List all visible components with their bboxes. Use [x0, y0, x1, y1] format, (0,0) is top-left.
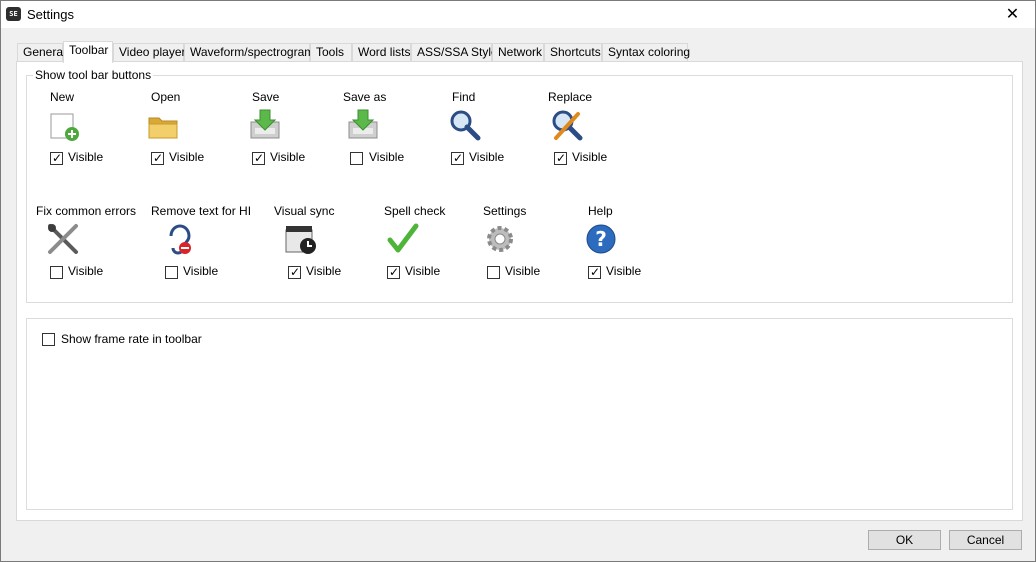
tab-tools[interactable]: Tools — [310, 43, 352, 62]
tool-label: Help — [588, 204, 613, 218]
tool-visible-label: Visible — [405, 264, 441, 278]
tool-visible-label: Visible — [469, 150, 505, 164]
tool-visual-sync: Visual sync ✓ Visible — [274, 204, 394, 284]
tool-visible-label: Visible — [306, 264, 342, 278]
tool-label: Find — [452, 90, 476, 104]
tool-label: New — [50, 90, 75, 104]
tool-visible-label: Visible — [572, 150, 608, 164]
tool-label: Spell check — [384, 204, 446, 218]
tool-visible-checkbox[interactable] — [165, 266, 178, 279]
tool-label: Remove text for HI — [151, 204, 252, 218]
tool-help: Help ? ✓ Visible — [586, 204, 708, 284]
tool-visible-checkbox[interactable] — [50, 266, 63, 279]
replace-icon — [552, 110, 583, 141]
tool-label: Replace — [548, 90, 593, 104]
frame-rate-checkbox[interactable] — [42, 333, 55, 346]
tool-visible-checkbox[interactable]: ✓ — [387, 265, 400, 279]
cancel-button[interactable]: Cancel — [949, 530, 1022, 550]
tool-visible-checkbox[interactable]: ✓ — [252, 151, 265, 165]
tab-network[interactable]: Network — [492, 43, 544, 62]
tool-visible-label: Visible — [183, 264, 219, 278]
tab-toolbar[interactable]: Toolbar — [63, 41, 113, 63]
new-file-icon — [50, 113, 79, 141]
check-mark: ✓ — [389, 265, 400, 279]
tool-label: Save — [252, 90, 280, 104]
save-as-icon — [348, 109, 378, 139]
tool-label: Open — [151, 90, 181, 104]
frame-rate-label: Show frame rate in toolbar — [61, 332, 202, 346]
tool-visible-label: Visible — [68, 150, 104, 164]
gear-icon — [487, 226, 513, 252]
tab-ass-ssa-style[interactable]: ASS/SSA Style — [411, 43, 498, 62]
svg-text:?: ? — [595, 227, 607, 251]
tool-label: Visual sync — [274, 204, 335, 218]
tool-visible-label: Visible — [369, 150, 405, 164]
tool-visible-checkbox[interactable]: ✓ — [554, 151, 567, 165]
tab-video-player[interactable]: Video player — [113, 43, 186, 62]
frame-rate-group: Show frame rate in toolbar — [26, 318, 1013, 510]
settings-window: SE Settings ✕ General Toolbar Video play… — [0, 0, 1036, 562]
tool-remove-text-for-hi: Remove text for HI Visible — [151, 204, 271, 284]
tool-visible-label: Visible — [606, 264, 642, 278]
tool-replace: Replace ✓ Visible — [536, 90, 656, 170]
tool-visible-label: Visible — [270, 150, 306, 164]
tool-visible-checkbox[interactable] — [487, 266, 500, 279]
tab-word-lists[interactable]: Word lists — [352, 43, 411, 62]
group-title: Show tool bar buttons — [33, 68, 154, 82]
visual-sync-icon — [285, 226, 316, 254]
tool-label: Fix common errors — [36, 204, 137, 218]
tool-visible-checkbox[interactable]: ✓ — [451, 151, 464, 165]
check-mark: ✓ — [290, 265, 301, 279]
app-icon: SE — [6, 7, 21, 21]
check-mark: ✓ — [556, 151, 567, 165]
folder-icon — [148, 117, 178, 139]
magnifier-icon — [450, 110, 481, 141]
tool-visible-checkbox[interactable]: ✓ — [588, 265, 601, 279]
tab-waveform-spectrogram[interactable]: Waveform/spectrogram — [184, 43, 314, 62]
tab-syntax-coloring[interactable]: Syntax coloring — [602, 43, 690, 62]
tool-visible-checkbox[interactable]: ✓ — [151, 151, 164, 165]
window-title: Settings — [27, 7, 74, 22]
tools-icon — [48, 224, 78, 254]
tool-label: Save as — [343, 90, 387, 104]
tool-fix-common-errors: Fix common errors Visible — [36, 204, 146, 284]
check-mark: ✓ — [590, 265, 601, 279]
ok-button[interactable]: OK — [868, 530, 941, 550]
tool-visible-checkbox[interactable]: ✓ — [288, 265, 301, 279]
tab-shortcuts[interactable]: Shortcuts — [544, 43, 602, 62]
check-mark: ✓ — [254, 151, 265, 165]
check-mark: ✓ — [453, 151, 464, 165]
checkmark-icon — [387, 223, 419, 253]
help-icon: ? — [586, 224, 616, 254]
tool-visible-label: Visible — [505, 264, 541, 278]
tool-visible-label: Visible — [169, 150, 205, 164]
check-mark: ✓ — [153, 151, 164, 165]
close-icon[interactable]: ✕ — [990, 1, 1035, 28]
hearing-icon — [169, 224, 191, 255]
tool-label: Settings — [483, 204, 527, 218]
tab-general[interactable]: General — [17, 43, 66, 62]
tool-visible-checkbox[interactable]: ✓ — [50, 151, 63, 165]
tool-visible-checkbox[interactable] — [350, 152, 363, 165]
tool-visible-label: Visible — [68, 264, 104, 278]
save-icon — [250, 109, 280, 139]
title-bar: SE Settings ✕ — [1, 1, 1035, 28]
check-mark: ✓ — [52, 151, 63, 165]
